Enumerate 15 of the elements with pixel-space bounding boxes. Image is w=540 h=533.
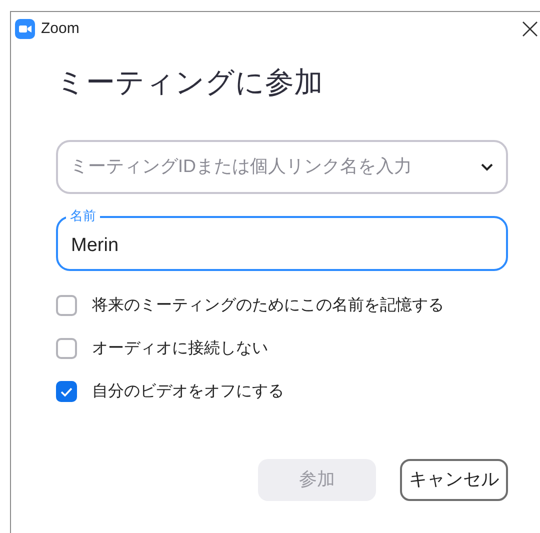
checkbox-label: 自分のビデオをオフにする	[92, 382, 284, 402]
window-title: Zoom	[41, 18, 80, 39]
name-field-label: 名前	[66, 208, 100, 222]
checkbox[interactable]	[56, 338, 77, 359]
cancel-button[interactable]: キャンセル	[400, 458, 508, 500]
video-camera-icon	[15, 19, 35, 39]
checkbox[interactable]	[56, 381, 77, 402]
meeting-id-dropdown[interactable]: ミーティングIDまたは個人リンク名を入力	[56, 140, 508, 194]
dialog-heading: ミーティングに参加	[56, 64, 324, 101]
checkbox[interactable]	[56, 295, 77, 316]
chevron-down-icon[interactable]	[480, 162, 494, 172]
checkbox-label: オーディオに接続しない	[92, 338, 268, 358]
checkbox-label: 将来のミーティングのためにこの名前を記憶する	[92, 296, 444, 316]
checkmark-icon	[60, 386, 73, 396]
close-icon[interactable]	[522, 21, 538, 37]
